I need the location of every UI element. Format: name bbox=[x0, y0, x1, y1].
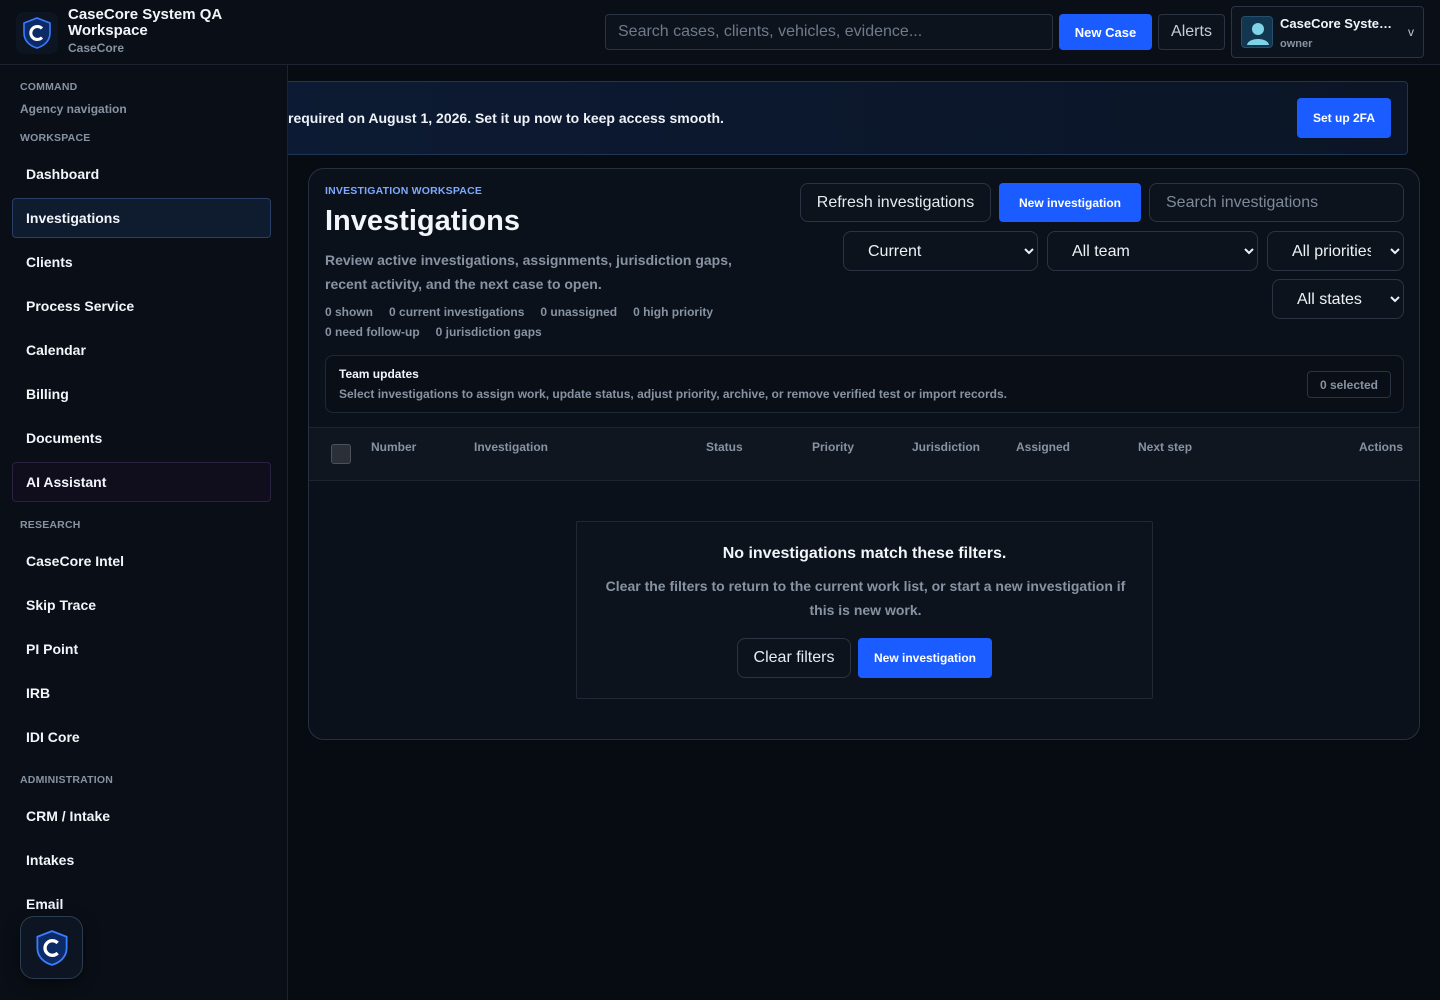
sidebar-item-skip-trace[interactable]: Skip Trace bbox=[12, 585, 271, 625]
sidebar-item-documents[interactable]: Documents bbox=[12, 418, 271, 458]
setup-2fa-button[interactable]: Set up 2FA bbox=[1297, 98, 1391, 138]
avatar bbox=[1241, 16, 1273, 48]
stat-unassigned: 0 unassigned bbox=[540, 305, 618, 319]
sidebar-item-calendar[interactable]: Calendar bbox=[12, 330, 271, 370]
column-header-status[interactable]: Status bbox=[706, 440, 743, 454]
casecore-shield-icon[interactable] bbox=[16, 12, 58, 54]
investigations-panel: INVESTIGATION WORKSPACE Investigations R… bbox=[308, 168, 1420, 740]
team-updates-bar: Team updates Select investigations to as… bbox=[325, 355, 1404, 413]
investigation-search-input[interactable] bbox=[1149, 183, 1404, 222]
global-search-input[interactable] bbox=[605, 14, 1053, 50]
sidebar-item-irb[interactable]: IRB bbox=[12, 673, 271, 713]
empty-state-title: No investigations match these filters. bbox=[722, 545, 1007, 562]
clear-filters-button[interactable]: Clear filters bbox=[737, 638, 851, 678]
sidebar-subtitle: Agency navigation bbox=[20, 102, 127, 116]
empty-state: No investigations match these filters. C… bbox=[576, 521, 1153, 699]
state-filter-select[interactable]: All states bbox=[1272, 279, 1404, 319]
assistant-launcher-button[interactable] bbox=[20, 916, 83, 979]
new-investigation-button[interactable]: New investigation bbox=[999, 183, 1141, 222]
new-case-button[interactable]: New Case bbox=[1059, 14, 1152, 50]
chevron-down-icon: v bbox=[1408, 25, 1414, 39]
column-header-investigation[interactable]: Investigation bbox=[474, 440, 548, 454]
workspace-subtitle: CaseCore bbox=[68, 41, 125, 55]
stat-high-priority: 0 high priority bbox=[633, 305, 714, 319]
select-all-checkbox[interactable] bbox=[331, 444, 351, 464]
page-description: Review active investigations, assignment… bbox=[325, 252, 732, 292]
sidebar-section-research: RESEARCH bbox=[20, 519, 81, 531]
empty-state-description: Clear the filters to return to the curre… bbox=[605, 578, 1126, 618]
selected-count-badge: 0 selected bbox=[1306, 371, 1391, 398]
sidebar-section-workspace: WORKSPACE bbox=[20, 132, 91, 144]
sidebar-item-ai-assistant[interactable]: AI Assistant bbox=[12, 462, 271, 502]
sidebar-item-crm-intake[interactable]: CRM / Intake bbox=[12, 796, 271, 836]
sidebar-item-dashboard[interactable]: Dashboard bbox=[12, 154, 271, 194]
column-header-number[interactable]: Number bbox=[371, 440, 416, 454]
column-header-jurisdiction[interactable]: Jurisdiction bbox=[912, 440, 980, 454]
column-header-assigned[interactable]: Assigned bbox=[1016, 440, 1070, 454]
stats-row: 0 shown 0 current investigations 0 unass… bbox=[325, 305, 713, 319]
top-bar: CaseCore System QA Workspace CaseCore Ne… bbox=[0, 0, 1440, 65]
table-header: Number Investigation Status Priority Jur… bbox=[309, 427, 1419, 481]
priority-filter-select[interactable]: All priorities bbox=[1267, 231, 1404, 271]
empty-new-investigation-button[interactable]: New investigation bbox=[858, 638, 992, 678]
sidebar-item-idi-core[interactable]: IDI Core bbox=[12, 717, 271, 757]
team-updates-description: Select investigations to assign work, up… bbox=[339, 387, 1007, 401]
sidebar-section-administration: ADMINISTRATION bbox=[20, 774, 114, 786]
column-header-actions: Actions bbox=[1359, 440, 1404, 454]
column-header-next-step[interactable]: Next step bbox=[1138, 440, 1192, 454]
workspace-title: CaseCore System QA Workspace bbox=[68, 6, 222, 39]
stat-follow-up: 0 need follow-up bbox=[325, 325, 420, 339]
status-filter-select[interactable]: Current bbox=[843, 231, 1038, 271]
refresh-investigations-button[interactable]: Refresh investigations bbox=[800, 183, 991, 222]
alerts-button[interactable]: Alerts bbox=[1158, 14, 1225, 50]
sidebar: COMMAND Agency navigation WORKSPACE Dash… bbox=[0, 65, 288, 1000]
user-menu[interactable]: CaseCore System QA owner v bbox=[1231, 6, 1424, 58]
team-updates-title: Team updates bbox=[339, 367, 419, 381]
sidebar-section-command: COMMAND bbox=[20, 81, 78, 93]
column-header-priority[interactable]: Priority bbox=[812, 440, 854, 454]
sidebar-item-investigations[interactable]: Investigations bbox=[12, 198, 271, 238]
sidebar-item-clients[interactable]: Clients bbox=[12, 242, 271, 282]
stat-jurisdiction-gaps: 0 jurisdiction gaps bbox=[435, 325, 542, 339]
stat-shown: 0 shown bbox=[325, 305, 374, 319]
stat-current: 0 current investigations bbox=[389, 305, 525, 319]
user-role: owner bbox=[1280, 38, 1313, 50]
page-title: Investigations bbox=[325, 205, 520, 237]
sidebar-item-process-service[interactable]: Process Service bbox=[12, 286, 271, 326]
sidebar-item-casecore-intel[interactable]: CaseCore Intel bbox=[12, 541, 271, 581]
sidebar-item-pi-point[interactable]: PI Point bbox=[12, 629, 271, 669]
casecore-shield-icon bbox=[35, 929, 68, 966]
team-filter-select[interactable]: All team bbox=[1047, 231, 1258, 271]
stats-row: 0 need follow-up 0 jurisdiction gaps bbox=[325, 325, 542, 339]
two-factor-banner: required on August 1, 2026. Set it up no… bbox=[288, 81, 1408, 155]
sidebar-item-intakes[interactable]: Intakes bbox=[12, 840, 271, 880]
page-eyebrow: INVESTIGATION WORKSPACE bbox=[325, 185, 483, 197]
sidebar-item-billing[interactable]: Billing bbox=[12, 374, 271, 414]
banner-message: required on August 1, 2026. Set it up no… bbox=[288, 110, 724, 126]
user-name: CaseCore System QA bbox=[1280, 16, 1400, 31]
